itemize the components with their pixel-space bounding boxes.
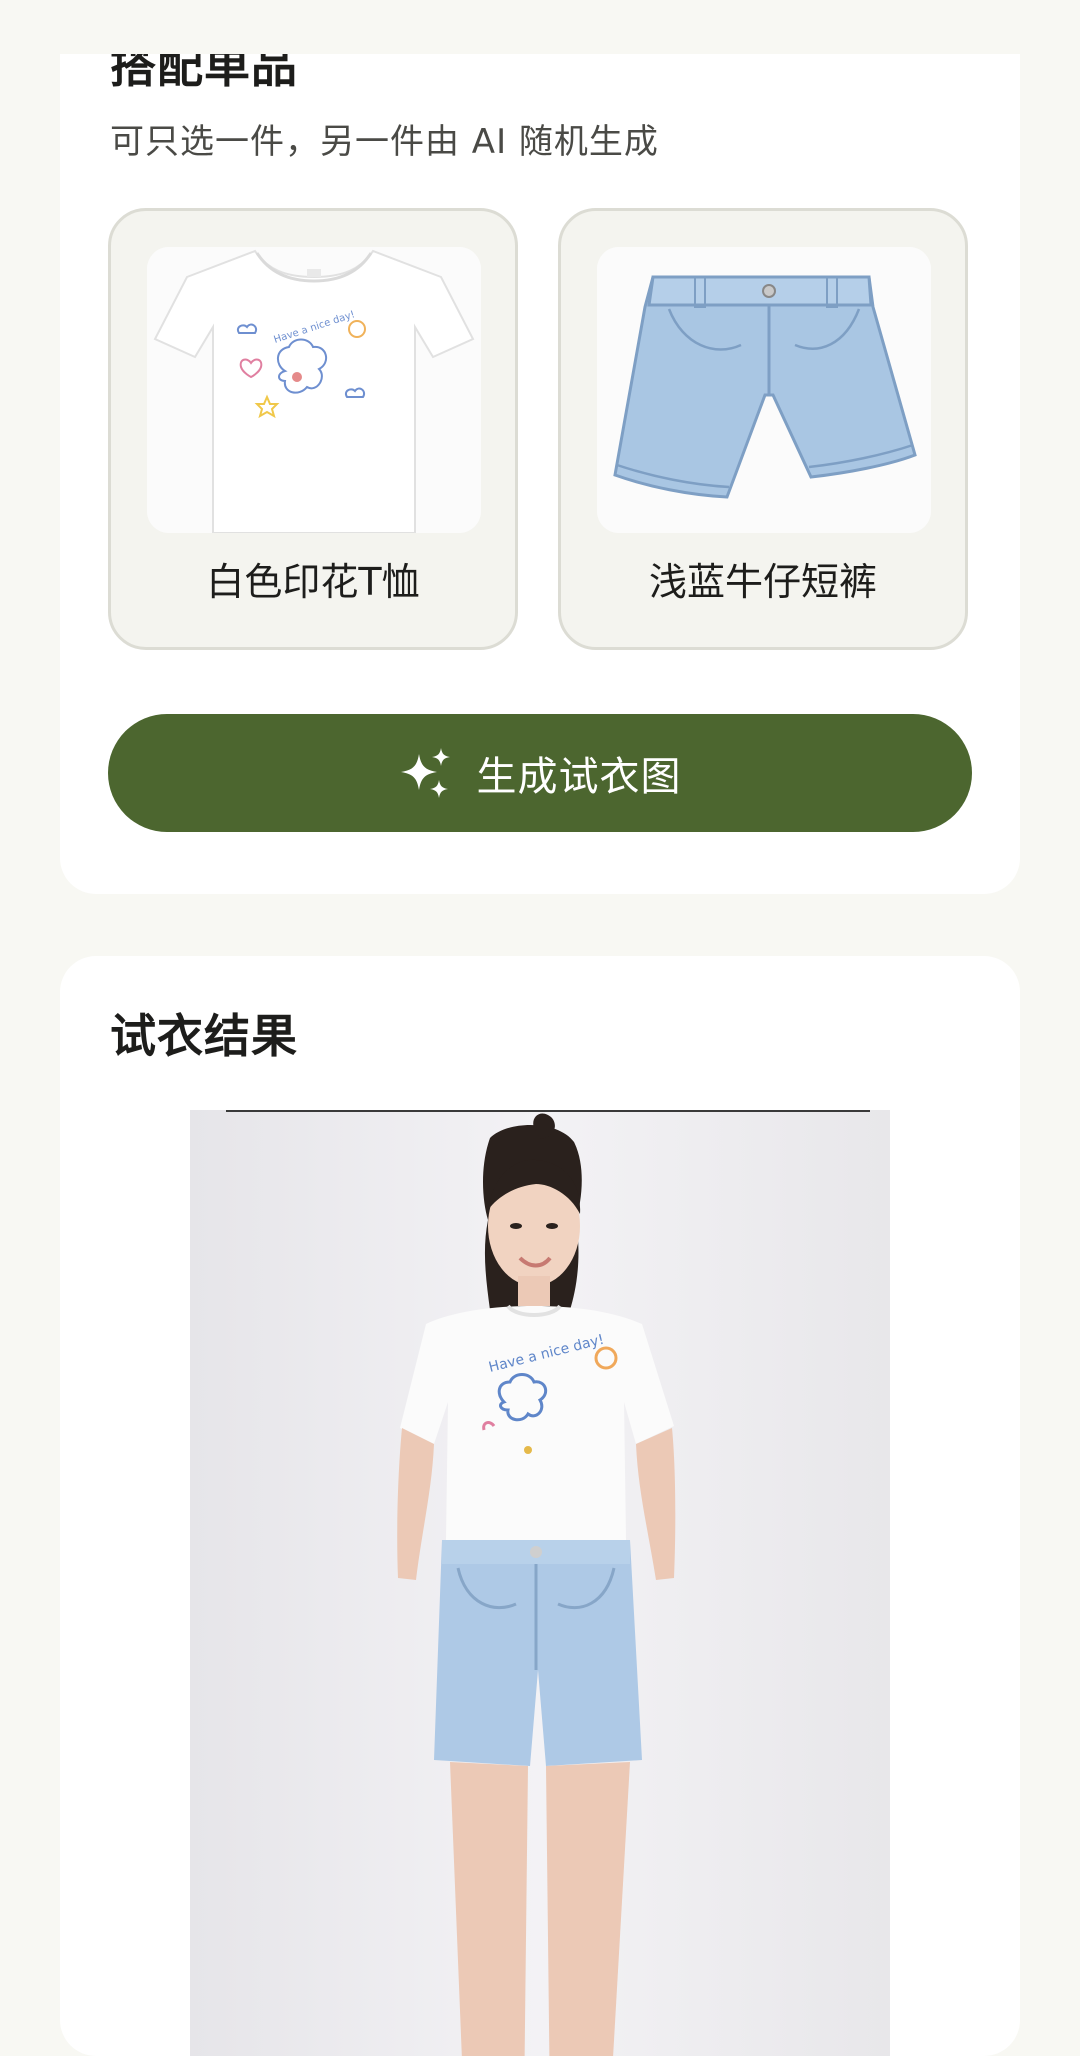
item-label-tshirt: 白色印花T恤 (206, 560, 420, 604)
denim-shorts-image (597, 247, 931, 533)
result-section-title: 试衣结果 (110, 1009, 298, 1063)
outfit-card: 搭配单品 可只选一件，另一件由 AI 随机生成 Have a nice day!… (60, 0, 1020, 894)
status-bar-area (0, 0, 1080, 54)
generate-tryon-button[interactable]: 生成试衣图 (108, 714, 972, 832)
generate-button-label: 生成试衣图 (476, 754, 682, 800)
image-top-edge (226, 1110, 870, 1112)
item-card-shorts[interactable]: 浅蓝牛仔短裤 (558, 208, 968, 650)
item-card-tshirt[interactable]: Have a nice day! 白色印花T恤 (108, 208, 518, 650)
outfit-section-subtitle: 可只选一件，另一件由 AI 随机生成 (110, 122, 659, 162)
tryon-result-photo[interactable]: Have a nice day! (190, 1110, 890, 2056)
result-card: 试衣结果 Have a nice day! (60, 956, 1020, 2056)
tshirt-image: Have a nice day! (147, 247, 481, 533)
sparkle-icon (399, 746, 453, 800)
item-label-shorts: 浅蓝牛仔短裤 (648, 560, 877, 604)
